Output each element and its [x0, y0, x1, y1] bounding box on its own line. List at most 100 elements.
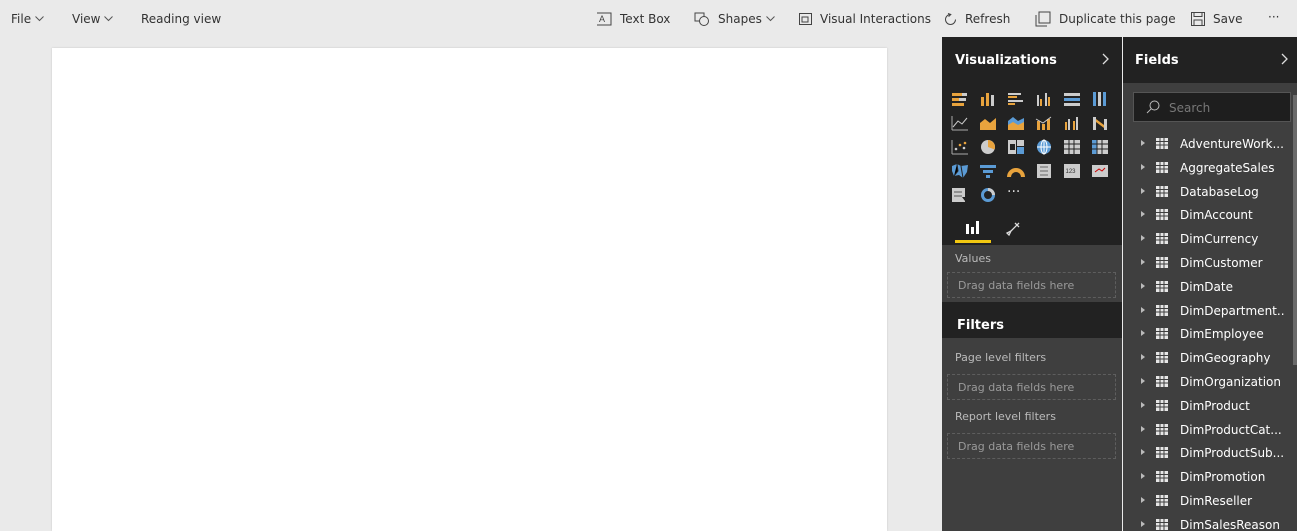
more-options-button[interactable]: ···	[1268, 9, 1279, 25]
field-table-item[interactable]: DimProductCat...	[1123, 418, 1291, 442]
filters-header: Filters	[942, 302, 1122, 338]
fields-pane: Fields Search AdventureWork... AggregateS…	[1123, 37, 1297, 531]
more-visuals-icon[interactable]: ···	[1007, 184, 1025, 200]
field-table-item[interactable]: DimProduct	[1123, 394, 1291, 418]
table-icon	[1156, 161, 1168, 173]
field-table-item[interactable]: AggregateSales	[1123, 156, 1291, 180]
line-and-stacked-column-chart-icon[interactable]	[1035, 115, 1053, 131]
line-and-clustered-column-chart-icon[interactable]	[1063, 115, 1081, 131]
expand-caret-icon[interactable]	[1141, 425, 1145, 432]
field-table-item[interactable]: DimPromotion	[1123, 465, 1291, 489]
map-icon[interactable]	[1035, 139, 1053, 155]
expand-caret-icon[interactable]	[1141, 282, 1145, 289]
treemap-icon[interactable]	[1007, 139, 1025, 155]
field-table-item[interactable]: DimGeography	[1123, 346, 1291, 370]
field-table-item[interactable]: DimCustomer	[1123, 251, 1291, 275]
funnel-icon[interactable]	[979, 163, 997, 179]
visualizations-pane: Visualizations 123 ··· Values Drag data …	[942, 37, 1122, 531]
ribbon-chart-icon[interactable]	[1091, 115, 1109, 131]
field-table-item[interactable]: DimOrganization	[1123, 370, 1291, 394]
refresh-button[interactable]: Refresh	[944, 11, 1010, 27]
field-table-item[interactable]: DimDepartment..	[1123, 299, 1291, 323]
file-menu[interactable]: File	[11, 11, 44, 27]
table-visual-icon[interactable]	[1063, 139, 1081, 155]
field-table-item[interactable]: DimAccount	[1123, 203, 1291, 227]
stacked-bar-chart-icon[interactable]	[951, 91, 969, 107]
duplicate-icon	[1035, 11, 1051, 27]
field-table-label: DimProductCat...	[1180, 422, 1282, 437]
field-table-label: DimDate	[1180, 279, 1233, 294]
filled-map-icon[interactable]	[951, 163, 969, 179]
table-icon	[1156, 233, 1168, 245]
expand-caret-icon[interactable]	[1141, 235, 1145, 242]
field-table-item[interactable]: DimDate	[1123, 275, 1291, 299]
line-chart-icon[interactable]	[951, 115, 969, 131]
kpi-icon[interactable]	[1091, 163, 1109, 179]
field-table-item[interactable]: DatabaseLog	[1123, 180, 1291, 204]
expand-caret-icon[interactable]	[1141, 449, 1145, 456]
expand-caret-icon[interactable]	[1141, 330, 1145, 337]
area-chart-icon[interactable]	[979, 115, 997, 131]
text-box-button[interactable]: A Text Box	[596, 11, 670, 27]
visual-types-gallery: 123 ···	[942, 83, 1122, 209]
chevron-right-icon[interactable]	[1281, 53, 1288, 65]
shapes-icon	[694, 12, 709, 26]
field-table-item[interactable]: DimReseller	[1123, 489, 1291, 513]
pie-chart-icon[interactable]	[979, 139, 997, 155]
stacked-column-chart-icon[interactable]	[979, 91, 997, 107]
field-table-item[interactable]: DimProductSub...	[1123, 441, 1291, 465]
visual-interactions-button[interactable]: Visual Interactions	[799, 11, 931, 27]
tab-format[interactable]	[995, 215, 1031, 243]
expand-caret-icon[interactable]	[1141, 401, 1145, 408]
clustered-column-chart-icon[interactable]	[1035, 91, 1053, 107]
reading-view-button[interactable]: Reading view	[141, 11, 221, 27]
100-stacked-bar-chart-icon[interactable]	[1063, 91, 1081, 107]
expand-caret-icon[interactable]	[1141, 259, 1145, 265]
duplicate-page-button[interactable]: Duplicate this page	[1035, 11, 1176, 27]
visualization-tabs	[942, 209, 1122, 245]
slicer-icon[interactable]	[951, 187, 969, 203]
fields-scrollbar[interactable]	[1293, 95, 1297, 365]
refresh-label: Refresh	[965, 12, 1011, 26]
field-table-item[interactable]: DimCurrency	[1123, 227, 1291, 251]
values-drop-zone[interactable]: Drag data fields here	[947, 272, 1116, 298]
expand-caret-icon[interactable]	[1141, 140, 1145, 146]
shapes-button[interactable]: Shapes	[694, 11, 775, 27]
scatter-chart-icon[interactable]	[951, 139, 969, 155]
fields-search-input[interactable]: Search	[1133, 92, 1291, 122]
expand-caret-icon[interactable]	[1141, 187, 1145, 194]
100-stacked-column-chart-icon[interactable]	[1091, 91, 1109, 107]
stacked-area-chart-icon[interactable]	[1007, 115, 1025, 131]
expand-caret-icon[interactable]	[1141, 306, 1145, 313]
table-icon	[1156, 423, 1168, 435]
card-icon[interactable]: 123	[1063, 163, 1081, 179]
view-menu-label: View	[72, 12, 101, 26]
visual-interactions-label: Visual Interactions	[820, 12, 931, 26]
field-table-item[interactable]: DimEmployee	[1123, 322, 1291, 346]
gauge-icon[interactable]	[1007, 163, 1025, 179]
save-button[interactable]: Save	[1191, 11, 1242, 27]
table-icon	[1156, 185, 1168, 197]
expand-caret-icon[interactable]	[1141, 354, 1145, 361]
clustered-bar-chart-icon[interactable]	[1007, 91, 1025, 107]
report-filters-drop-zone[interactable]: Drag data fields here	[947, 433, 1116, 459]
expand-caret-icon[interactable]	[1141, 473, 1145, 480]
expand-caret-icon[interactable]	[1141, 378, 1145, 384]
field-table-label: DimAccount	[1180, 208, 1253, 223]
matrix-icon[interactable]	[1091, 139, 1109, 155]
duplicate-page-label: Duplicate this page	[1059, 12, 1176, 26]
field-table-item[interactable]: DimSalesReason	[1123, 513, 1291, 531]
expand-caret-icon[interactable]	[1141, 211, 1145, 218]
expand-caret-icon[interactable]	[1141, 497, 1145, 503]
page-filters-drop-zone[interactable]: Drag data fields here	[947, 374, 1116, 400]
donut-chart-icon[interactable]	[979, 187, 997, 203]
field-table-item[interactable]: AdventureWork...	[1123, 132, 1291, 156]
view-menu[interactable]: View	[72, 11, 114, 27]
multi-row-card-icon[interactable]	[1035, 163, 1053, 179]
report-canvas[interactable]	[52, 48, 887, 531]
chevron-right-icon[interactable]	[1102, 53, 1109, 65]
expand-caret-icon[interactable]	[1141, 163, 1145, 170]
svg-text:123: 123	[1066, 169, 1077, 175]
expand-caret-icon[interactable]	[1141, 520, 1145, 527]
tab-fields-wells[interactable]	[955, 215, 991, 243]
